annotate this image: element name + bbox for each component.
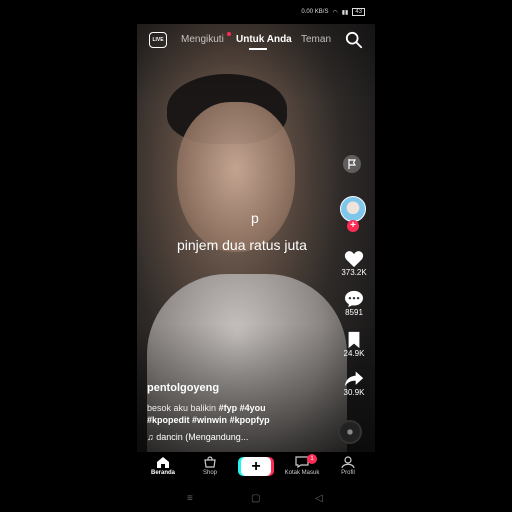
create-post-button[interactable]: + bbox=[241, 457, 271, 476]
nav-shop[interactable]: Shop bbox=[190, 456, 230, 476]
battery-icon: 43 bbox=[352, 8, 365, 16]
share-button[interactable]: 30.9K bbox=[341, 370, 367, 397]
comment-icon bbox=[345, 290, 363, 308]
active-tab-indicator bbox=[249, 48, 267, 50]
recent-apps-icon[interactable]: ≡ bbox=[187, 493, 193, 504]
comment-button[interactable]: 8591 bbox=[341, 290, 367, 317]
creator-avatar[interactable] bbox=[340, 196, 366, 222]
status-bar: 0.00 KB/S ◠ ▮▮ 43 bbox=[137, 0, 375, 24]
nav-profile[interactable]: Profil bbox=[328, 456, 368, 476]
creator-username[interactable]: pentolgoyeng bbox=[147, 382, 317, 394]
system-navigation-bar: ≡ ▢ ◁ bbox=[137, 488, 375, 512]
home-button-icon[interactable]: ▢ bbox=[251, 493, 260, 504]
flag-icon bbox=[348, 159, 357, 169]
live-button[interactable]: LIVE bbox=[149, 32, 167, 48]
tab-friends[interactable]: Teman bbox=[301, 34, 331, 45]
nav-profile-label: Profil bbox=[341, 470, 355, 476]
hashtag-link[interactable]: #winwin bbox=[192, 415, 227, 425]
bookmark-count: 24.9K bbox=[343, 349, 365, 358]
description-text: besok aku balikin bbox=[147, 403, 217, 413]
signal-icon: ▮▮ bbox=[341, 9, 349, 16]
music-disc-icon[interactable] bbox=[338, 420, 362, 444]
video-caption-letter: p bbox=[251, 210, 259, 226]
tab-for-you[interactable]: Untuk Anda bbox=[236, 34, 292, 45]
inbox-badge: 1 bbox=[307, 454, 317, 464]
video-caption-text: pinjem dua ratus juta bbox=[177, 237, 307, 253]
search-icon[interactable] bbox=[345, 31, 363, 49]
nav-home-label: Beranda bbox=[150, 470, 175, 476]
share-arrow-icon bbox=[344, 371, 364, 387]
home-icon bbox=[157, 457, 169, 468]
comment-count: 8591 bbox=[345, 308, 363, 317]
hashtag-link[interactable]: #kpopedit bbox=[147, 415, 190, 425]
back-icon[interactable]: ◁ bbox=[315, 493, 323, 504]
bottom-navigation: Beranda Shop + Kotak Masuk 1 Profil bbox=[137, 452, 375, 488]
nav-home[interactable]: Beranda bbox=[143, 456, 183, 476]
like-count: 373.2K bbox=[341, 268, 367, 277]
share-count: 30.9K bbox=[343, 388, 365, 397]
wifi-icon: ◠ bbox=[332, 9, 338, 16]
follow-button[interactable]: + bbox=[347, 220, 359, 232]
phone-screen: 0.00 KB/S ◠ ▮▮ 43 LIVE Mengikuti Untuk A… bbox=[137, 0, 375, 512]
nav-inbox-label: Kotak Masuk bbox=[284, 470, 320, 476]
hashtag-link[interactable]: #kpopfyp bbox=[230, 415, 270, 425]
following-dot bbox=[227, 32, 231, 36]
bookmark-button[interactable]: 24.9K bbox=[341, 331, 367, 358]
nav-shop-label: Shop bbox=[202, 470, 217, 476]
top-navigation: LIVE Mengikuti Untuk Anda Teman bbox=[137, 30, 375, 52]
hashtag-link[interactable]: #fyp bbox=[219, 403, 238, 413]
hashtag-link[interactable]: #4you bbox=[240, 403, 266, 413]
heart-icon bbox=[344, 251, 364, 268]
like-button[interactable]: 373.2K bbox=[341, 250, 367, 277]
network-speed: 0.00 KB/S bbox=[301, 9, 329, 15]
shopping-bag-icon bbox=[204, 456, 216, 468]
report-flag-button[interactable] bbox=[343, 155, 361, 173]
post-description: besok aku balikin #fyp #4you #kpopedit #… bbox=[147, 402, 317, 426]
tab-following[interactable]: Mengikuti bbox=[181, 34, 224, 45]
bookmark-icon bbox=[348, 331, 360, 349]
post-info: pentolgoyeng besok aku balikin #fyp #4yo… bbox=[147, 382, 317, 442]
music-track[interactable]: ♫ dancin (Mengandung... bbox=[147, 432, 317, 442]
profile-icon bbox=[341, 456, 355, 468]
